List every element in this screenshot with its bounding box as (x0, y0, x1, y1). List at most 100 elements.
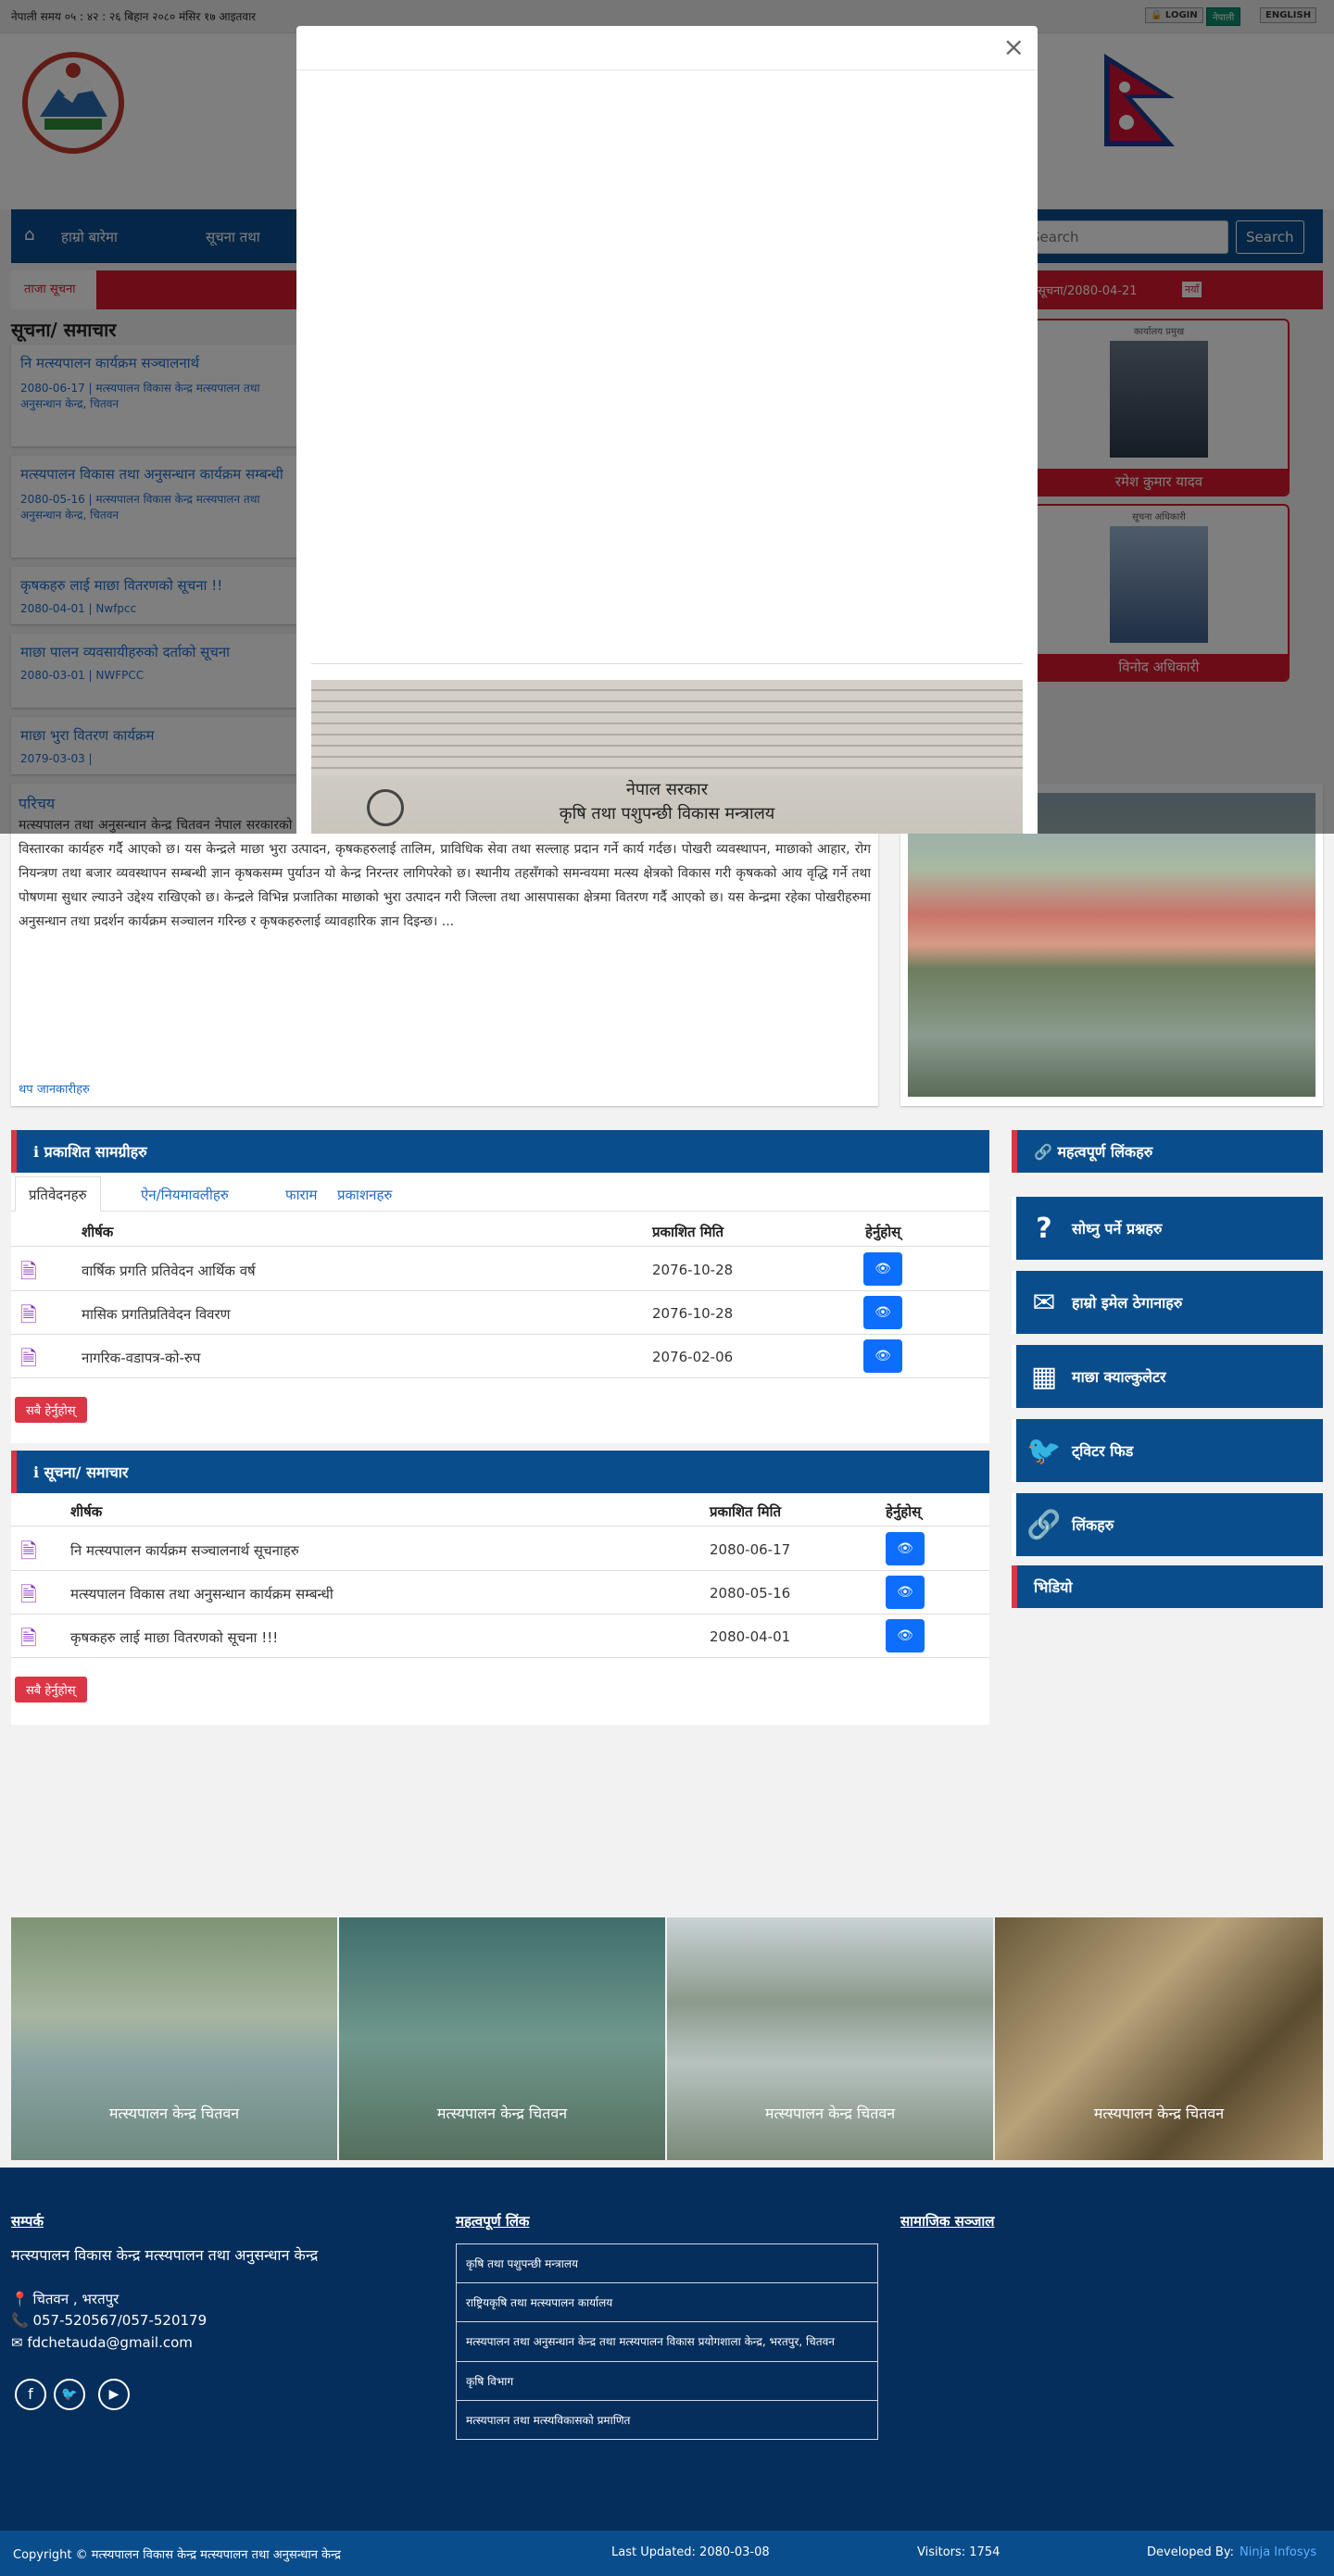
copyright-text: Copyright © मत्स्यपालन विकास केन्द्र मत्… (13, 2548, 341, 2562)
developed-by: Developed By: (1147, 2545, 1234, 2559)
row-title: कृषकहरु लाई माछा वितरणको सूचना !!! (70, 1629, 279, 1646)
modal-header: × (296, 26, 1038, 70)
row-date: 2076-10-28 (652, 1262, 734, 1278)
publications-section: ℹ प्रकाशित सामग्रीहरु प्रतिवेदनहरु ऐन/नि… (11, 1130, 989, 1443)
tab-acts[interactable]: ऐन/नियमावलीहरु (141, 1186, 229, 1204)
video-heading: भिडियो (1012, 1565, 1323, 1608)
intro-text: मत्स्यपालन तथा अनुसन्धान केन्द्र चितवन न… (19, 818, 871, 929)
tab-bar: प्रतिवेदनहरु ऐन/नियमावलीहरु फाराम प्रकाश… (11, 1176, 989, 1212)
footer-link[interactable]: कृषि विभाग (457, 2362, 877, 2401)
office-name: मत्स्यपालन विकास केन्द्र मत्स्यपालन तथा … (11, 2246, 319, 2264)
column-header: हेर्नुहोस् (886, 1503, 922, 1520)
document-icon: 🗎 (20, 1304, 37, 1327)
view-button[interactable]: 👁 (886, 1576, 925, 1609)
row-date: 2080-06-17 (710, 1541, 791, 1558)
tab-forms[interactable]: फाराम (285, 1186, 317, 1204)
gallery-caption: मत्स्यपालन केन्द्र चितवन (436, 2105, 568, 2122)
tab-reports[interactable]: प्रतिवेदनहरु (15, 1176, 101, 1212)
document-icon: 🗎 (20, 1261, 37, 1284)
view-button[interactable]: 👁 (886, 1619, 925, 1652)
footer-link[interactable]: राष्ट्रियकृषि तथा मत्स्यपालन कार्यालय (457, 2283, 877, 2322)
twitter-icon[interactable]: 🐦 (54, 2379, 85, 2410)
gallery-image[interactable]: मत्स्यपालन केन्द्र चितवन (11, 1917, 337, 2160)
quick-link-label: हाम्रो इमेल ठेगानाहरु (1072, 1294, 1183, 1312)
column-header: प्रकाशित मिति (652, 1224, 724, 1240)
quick-links-heading: 🔗 महत्वपूर्ण लिंकहरु (1012, 1130, 1323, 1173)
table-row: 🗎 कृषकहरु लाई माछा वितरणको सूचना !!! 208… (11, 1615, 989, 1658)
row-date: 2080-05-16 (710, 1585, 791, 1602)
row-title: नागरिक-वडापत्र-को-रुप (82, 1350, 201, 1366)
faq-link-button[interactable]: ? सोध्नु पर्ने प्रश्नहरु (1012, 1197, 1323, 1260)
table-header: शीर्षक प्रकाशित मिति हेर्नुहोस् (11, 1219, 989, 1247)
links-heading: महत्वपूर्ण लिंक (456, 2213, 530, 2230)
column-header: प्रकाशित मिति (710, 1503, 782, 1520)
phone-row: 📞 057-520567/057-520179 (11, 2312, 208, 2329)
footer-link[interactable]: मत्स्यपालन तथा मत्स्यविकासको प्रमाणित (457, 2401, 877, 2439)
view-all-button[interactable]: सबै हेर्नुहोस् (15, 1677, 87, 1703)
twitter-icon: 🐦 (1026, 1434, 1062, 1467)
read-more-link[interactable]: थप जानकारीहरु (19, 1080, 90, 1097)
notices-section: ℹ सूचना/ समाचार शीर्षक प्रकाशित मिति हेर… (11, 1451, 989, 1725)
row-date: 2076-10-28 (652, 1305, 734, 1322)
column-header: शीर्षक (82, 1224, 114, 1240)
quick-link-label: लिंकहरु (1072, 1516, 1114, 1534)
youtube-icon[interactable]: ▶ (98, 2379, 130, 2410)
quick-link-label: ट्विटर फिड (1072, 1442, 1134, 1460)
gallery-image[interactable]: मत्स्यपालन केन्द्र चितवन (339, 1917, 665, 2160)
table-row: 🗎 वार्षिक प्रगति प्रतिवेदन आर्थिक वर्ष 2… (11, 1249, 989, 1291)
row-date: 2076-02-06 (652, 1349, 734, 1365)
contact-heading: सम्पर्क (11, 2213, 44, 2230)
ministry-text: कृषि तथा पशुपन्छी विकास मन्त्रालय (559, 804, 775, 823)
footer-links-list: कृषि तथा पशुपन्छी मन्त्रालय राष्ट्रियकृष… (456, 2243, 878, 2440)
facebook-icon[interactable]: f (15, 2379, 46, 2410)
gallery-caption: मत्स्यपालन केन्द्र चितवन (1093, 2105, 1225, 2122)
document-icon: 🗎 (20, 1540, 37, 1564)
table-row: 🗎 नागरिक-वडापत्र-को-रुप 2076-02-06 👁 (11, 1336, 989, 1378)
address-row: 📍 चितवन , भरतपुर (11, 2291, 120, 2307)
table-row: 🗎 मासिक प्रगतिप्रतिवेदन विवरण 2076-10-28… (11, 1292, 989, 1335)
envelope-icon: ✉ (1032, 1286, 1056, 1319)
close-icon[interactable]: × (1003, 31, 1025, 62)
visitor-count: Visitors: 1754 (917, 2545, 1000, 2559)
column-header: हेर्नुहोस् (865, 1224, 901, 1240)
row-title: मत्स्यपालन विकास तथा अनुसन्धान कार्यक्रम… (70, 1586, 334, 1602)
links-link-button[interactable]: 🔗 लिंकहरु (1012, 1493, 1323, 1556)
calculator-link-button[interactable]: ▦ माछा क्याल्कुलेटर (1012, 1345, 1323, 1408)
document-icon: 🗎 (20, 1627, 37, 1651)
question-icon: ? (1036, 1212, 1052, 1245)
social-heading: सामाजिक सञ्जाल (900, 2213, 995, 2230)
email-link-button[interactable]: ✉ हाम्रो इमेल ठेगानाहरु (1012, 1271, 1323, 1334)
view-button[interactable]: 👁 (886, 1532, 925, 1565)
twitter-link-button[interactable]: 🐦 ट्विटर फिड (1012, 1419, 1323, 1482)
address-text: चितवन , भरतपुर (32, 2291, 120, 2307)
publications-heading: ℹ प्रकाशित सामग्रीहरु (11, 1130, 989, 1173)
nepal-sarkar-text: नेपाल सरकार (625, 780, 709, 799)
table-row: 🗎 मत्स्यपालन विकास तथा अनुसन्धान कार्यक्… (11, 1572, 989, 1615)
view-button[interactable]: 👁 (863, 1252, 902, 1286)
gallery: मत्स्यपालन केन्द्र चितवन मत्स्यपालन केन्… (11, 1917, 1323, 2160)
gallery-image[interactable]: मत्स्यपालन केन्द्र चितवन (995, 1917, 1323, 2160)
view-button[interactable]: 👁 (863, 1339, 902, 1373)
footer-link[interactable]: कृषि तथा पशुपन्छी मन्त्रालय (457, 2244, 877, 2283)
document-icon: 🗎 (20, 1348, 37, 1371)
footer: सम्पर्क मत्स्यपालन विकास केन्द्र मत्स्यप… (0, 2168, 1334, 2531)
last-updated: Last Updated: 2080-03-08 (611, 2545, 770, 2559)
quick-link-label: सोध्नु पर्ने प्रश्नहरु (1072, 1220, 1163, 1238)
tab-publications[interactable]: प्रकाशनहरु (337, 1186, 392, 1204)
view-all-button[interactable]: सबै हेर्नुहोस् (15, 1397, 87, 1423)
newspaper-image: नेपाल सरकार कृषि तथा पशुपन्छी विकास मन्त… (311, 680, 1023, 834)
gallery-image[interactable]: मत्स्यपालन केन्द्र चितवन (667, 1917, 993, 2160)
modal-divider (311, 663, 1023, 664)
email-row: ✉ fdchetauda@gmail.com (11, 2334, 193, 2351)
footer-link[interactable]: मत्स्यपालन तथा अनुसन्धान केन्द्र तथा मत्… (457, 2322, 877, 2362)
developer-link[interactable]: Ninja Infosys (1240, 2545, 1316, 2559)
email-text[interactable]: fdchetauda@gmail.com (27, 2334, 193, 2351)
view-button[interactable]: 👁 (863, 1296, 902, 1329)
row-title: नि मत्स्यपालन कार्यक्रम सञ्चालनार्थ सूचन… (70, 1542, 299, 1559)
calculator-icon: ▦ (1030, 1360, 1058, 1393)
table-header: शीर्षक प्रकाशित मिति हेर्नुहोस् (11, 1499, 989, 1527)
building-photo (908, 793, 1315, 1097)
quick-link-label: माछा क्याल्कुलेटर (1072, 1368, 1166, 1386)
link-icon: 🔗 (1026, 1508, 1062, 1541)
phone-text: 057-520567/057-520179 (32, 2312, 208, 2329)
